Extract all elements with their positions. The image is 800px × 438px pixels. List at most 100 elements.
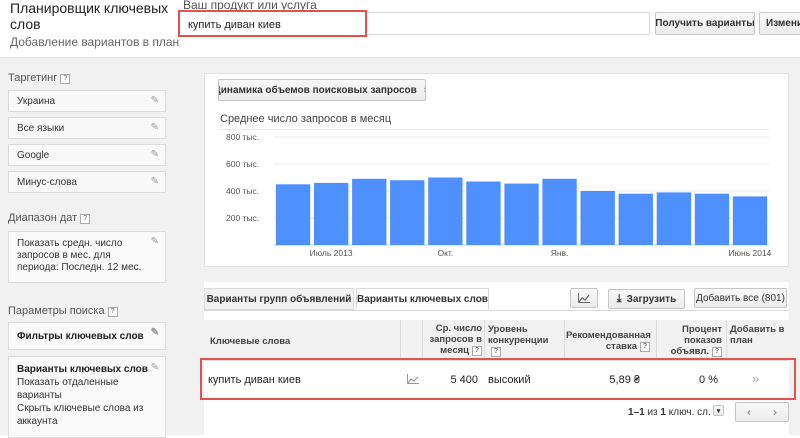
- pagination-buttons: ‹ ›: [735, 402, 789, 422]
- column-divider: [400, 320, 401, 360]
- tab-ad-group-ideas[interactable]: Варианты групп объявлений: [204, 288, 354, 310]
- next-page-icon[interactable]: ›: [773, 405, 777, 419]
- chart-bar[interactable]: [352, 178, 387, 245]
- column-header-suggested-bid[interactable]: Рекомендованная ставка?: [566, 330, 651, 352]
- search-volume-chart: 200 тыс. 400 тыс. 600 тыс. 800 тыс. Июль 201…: [226, 132, 772, 258]
- download-icon: ⤓: [616, 292, 622, 305]
- help-icon[interactable]: ?: [60, 74, 71, 84]
- pencil-icon[interactable]: ✎: [151, 361, 159, 374]
- tab-divider: [204, 310, 789, 311]
- pencil-icon[interactable]: ✎: [151, 122, 159, 133]
- suggested-bid-cell: 5,89 ₴: [609, 374, 640, 386]
- chart-bar[interactable]: [428, 177, 463, 246]
- targeting-language[interactable]: Все языки ✎: [8, 117, 166, 139]
- trend-chart-icon[interactable]: [407, 374, 419, 387]
- column-header-avg-searches[interactable]: Ср. число запросов в месяц?: [424, 323, 482, 356]
- y-tick-label: 200 тыс.: [226, 213, 259, 223]
- x-tick-label: Окт.: [437, 248, 453, 258]
- keyword-filters[interactable]: Фильтры ключевых слов ✎: [8, 322, 166, 350]
- chart-title: Среднее число запросов в месяц: [220, 113, 392, 125]
- chart-bar[interactable]: [390, 180, 425, 245]
- chart-toggle-button[interactable]: [570, 288, 598, 308]
- impression-share-cell: 0 %: [699, 374, 718, 386]
- column-divider: [422, 320, 423, 360]
- app-title: Планировщик ключевых слов: [10, 0, 169, 32]
- column-divider: [564, 320, 565, 360]
- help-icon[interactable]: ?: [491, 347, 501, 357]
- targeting-item-label: Минус-слова: [17, 177, 77, 188]
- keyword-option-broad: Показать отдаленные варианты: [17, 377, 119, 401]
- add-to-plan-button[interactable]: »: [752, 371, 759, 386]
- suggested-bid-label: Рекомендованная ставка: [566, 330, 651, 352]
- pencil-icon[interactable]: ✎: [151, 236, 159, 248]
- help-icon[interactable]: ?: [712, 347, 722, 357]
- targeting-network[interactable]: Google ✎: [8, 144, 166, 166]
- competition-cell: высокий: [488, 374, 531, 386]
- targeting-location[interactable]: Украина ✎: [8, 90, 166, 112]
- pager-total: 1: [660, 407, 666, 418]
- keyword-options[interactable]: Варианты ключевых слов Показать отдаленн…: [8, 356, 166, 438]
- chart-bar[interactable]: [466, 181, 501, 246]
- column-header-competition[interactable]: Уровень конкуренции?: [488, 324, 554, 357]
- keyword-filters-label: Фильтры ключевых слов: [17, 331, 144, 342]
- column-header-keywords[interactable]: Ключевые слова: [210, 336, 290, 347]
- date-range-box[interactable]: Показать средн. число запросов в мес. дл…: [8, 231, 166, 283]
- targeting-item-label: Все языки: [17, 123, 65, 134]
- help-icon[interactable]: ?: [80, 214, 91, 224]
- page-size-dropdown[interactable]: ▾: [713, 405, 724, 416]
- avg-searches-cell: 5 400: [450, 374, 478, 386]
- metric-select-label: Динамика объемов поисковых запросов: [218, 84, 417, 96]
- pager-range: 1–1: [628, 407, 645, 418]
- y-tick-label: 600 тыс.: [226, 159, 259, 169]
- add-all-button[interactable]: Добавить все (801): [694, 288, 787, 308]
- help-icon[interactable]: ?: [107, 307, 118, 317]
- metric-select[interactable]: Динамика объемов поисковых запросов ⬍: [218, 79, 426, 101]
- pencil-icon[interactable]: ✎: [151, 176, 159, 187]
- pager-unit: ключ. сл.: [668, 407, 711, 418]
- chart-bar[interactable]: [504, 183, 539, 245]
- change-button[interactable]: Измени: [759, 12, 800, 35]
- pencil-icon[interactable]: ✎: [151, 327, 159, 338]
- product-search-field[interactable]: [178, 10, 367, 37]
- pager-of: из: [647, 407, 658, 418]
- download-button[interactable]: ⤓ Загрузить: [608, 289, 685, 309]
- y-tick-label: 800 тыс.: [226, 132, 259, 142]
- chart-bar[interactable]: [656, 192, 691, 245]
- product-search-input[interactable]: [186, 18, 360, 32]
- x-tick-label: Июнь 2014: [729, 248, 772, 258]
- chart-bar[interactable]: [542, 178, 577, 245]
- column-header-impression-share[interactable]: Процент показов объявл.?: [660, 324, 722, 357]
- targeting-label: Таргетинг: [8, 72, 58, 84]
- chart-bar[interactable]: [314, 182, 349, 245]
- download-label: Загрузить: [626, 293, 677, 305]
- line-chart-icon: [578, 293, 590, 303]
- keyword-cell: купить диван киев: [208, 374, 301, 386]
- help-icon[interactable]: ?: [640, 342, 650, 352]
- chart-bar[interactable]: [580, 191, 615, 245]
- search-params-label: Параметры поиска: [8, 305, 105, 317]
- x-tick-label: Июль 2013: [310, 248, 353, 258]
- chart-bar[interactable]: [275, 184, 311, 246]
- pagination-info: 1–1 из 1 ключ. сл.: [628, 407, 711, 418]
- targeting-negative-keywords[interactable]: Минус-слова ✎: [8, 171, 166, 193]
- y-tick-label: 400 тыс.: [226, 186, 259, 196]
- keyword-options-title: Варианты ключевых слов: [17, 364, 148, 375]
- x-tick-label: Янв.: [551, 248, 569, 258]
- date-range-value: Показать средн. число запросов в мес. дл…: [17, 238, 142, 273]
- chart-bar[interactable]: [732, 196, 768, 245]
- tab-keyword-ideas[interactable]: Варианты ключевых слов: [356, 288, 489, 310]
- pencil-icon[interactable]: ✎: [151, 149, 159, 160]
- column-header-add-to-plan: Добавить в план: [730, 324, 785, 346]
- competition-label: Уровень конкуренции: [488, 324, 549, 346]
- chart-bar[interactable]: [618, 193, 653, 245]
- date-range-heading: Диапазон дат?: [8, 212, 91, 224]
- help-icon[interactable]: ?: [472, 346, 482, 356]
- pencil-icon[interactable]: ✎: [151, 95, 159, 106]
- app-subtitle: Добавление вариантов в план: [10, 35, 180, 49]
- chart-bar[interactable]: [694, 193, 730, 245]
- get-variants-button[interactable]: Получить варианты: [655, 12, 755, 35]
- table-header: Ключевые слова Ср. число запросов в меся…: [204, 320, 789, 361]
- prev-page-icon[interactable]: ‹: [747, 405, 751, 419]
- search-field-extension[interactable]: [367, 12, 650, 35]
- targeting-item-label: Google: [17, 150, 50, 161]
